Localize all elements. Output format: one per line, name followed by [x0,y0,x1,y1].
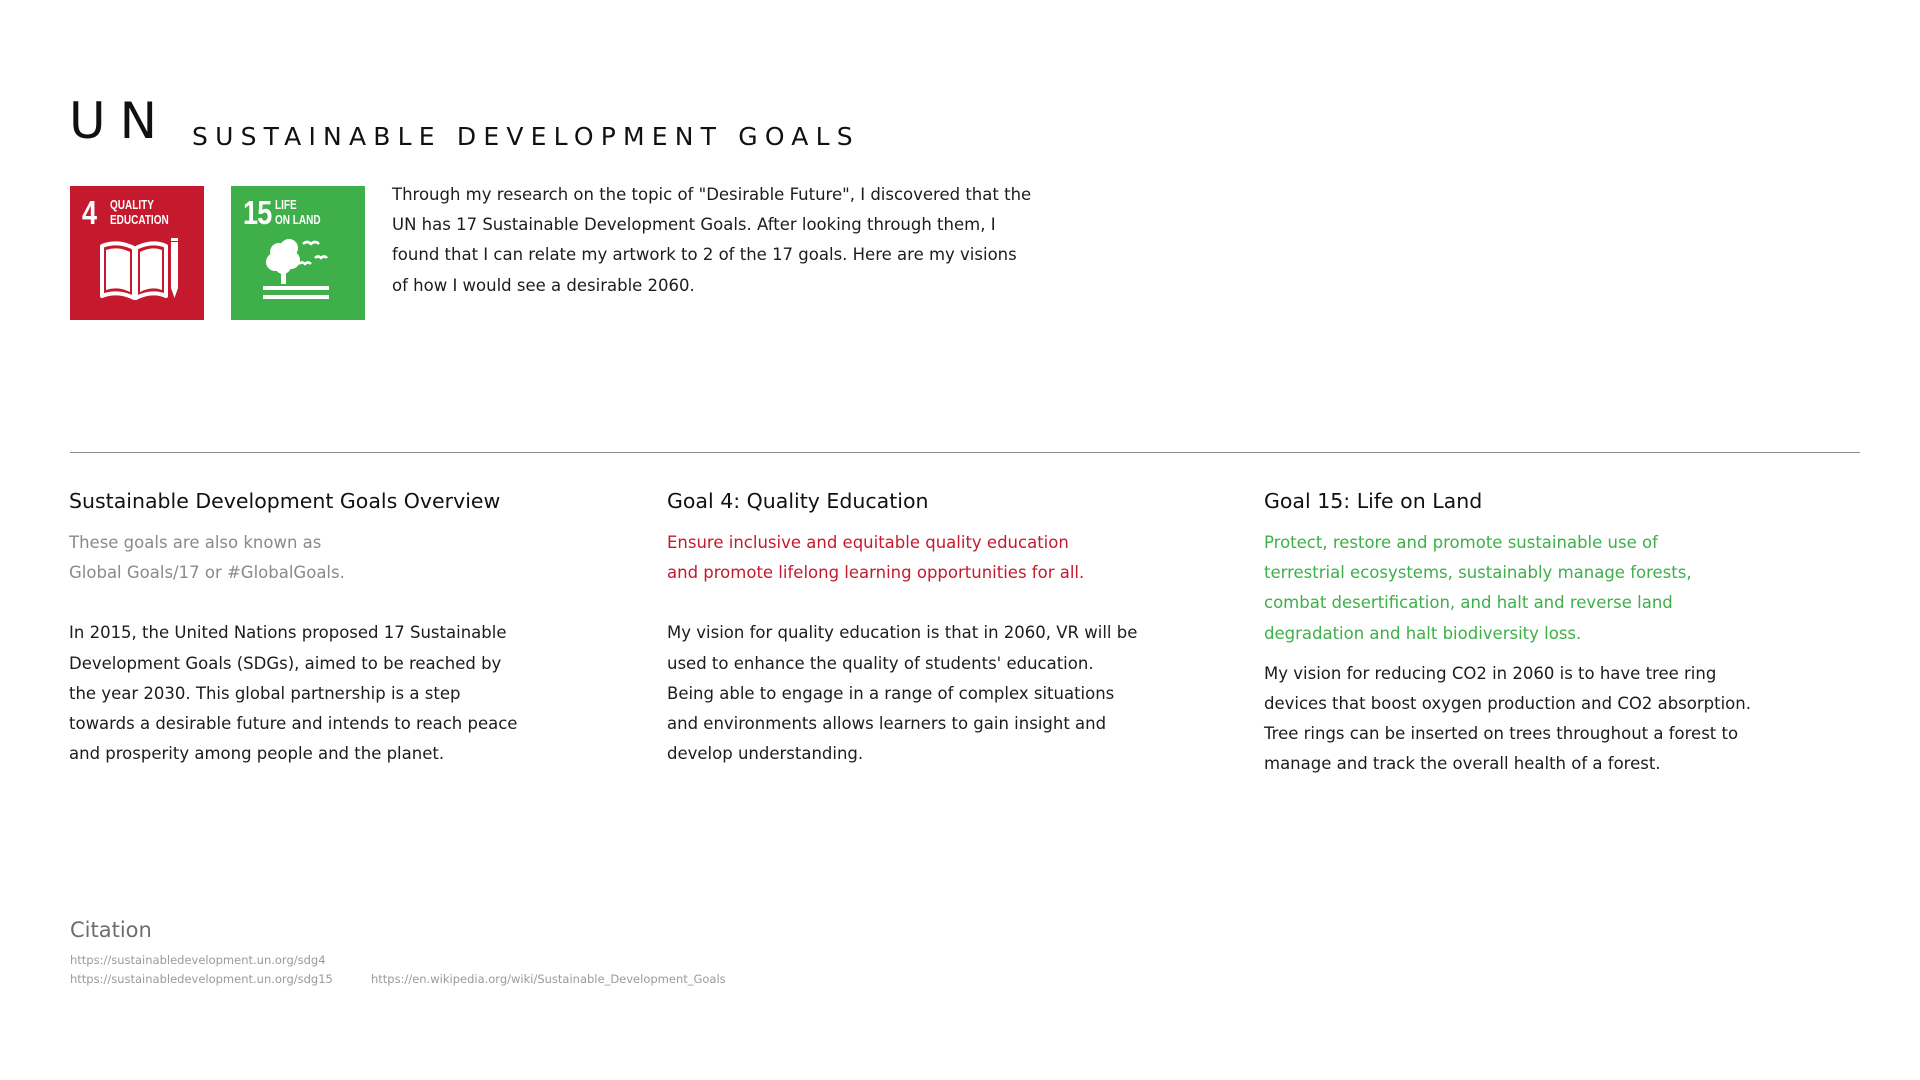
overview-tagline: These goals are also known as Global Goa… [69,533,345,583]
goal4-column: Goal 4: Quality Education Ensure inclusi… [667,486,1147,769]
sdg-tile-life-on-land: 15 LIFE ON LAND [231,186,365,320]
book-pencil-icon [100,238,178,300]
goal15-tagline: Protect, restore and promote sustainable… [1264,533,1692,643]
goal4-tagline: Ensure inclusive and equitable quality e… [667,533,1085,583]
sdg-tile-quality-education: 4 QUALITY EDUCATION [70,186,204,320]
tree-birds-icon [263,239,329,299]
tile-label: LIFE ON LAND [275,198,321,227]
goal15-column: Goal 15: Life on Land Protect, restore a… [1264,486,1804,780]
page-subtitle: SUSTAINABLE DEVELOPMENT GOALS [192,122,860,151]
overview-column: Sustainable Development Goals Overview T… [69,486,589,769]
intro-paragraph: Through my research on the topic of "Des… [392,185,1032,295]
goal4-heading: Goal 4: Quality Education [667,489,929,513]
citation-link-sdg15[interactable]: https://sustainabledevelopment.un.org/sd… [70,972,333,987]
goal15-heading: Goal 15: Life on Land [1264,489,1483,513]
citation-link-wikipedia[interactable]: https://en.wikipedia.org/wiki/Sustainabl… [371,972,726,987]
tile-number: 4 [82,194,97,231]
goal4-body: My vision for quality education is that … [667,623,1138,764]
section-divider [70,452,1860,453]
citation-link-sdg4[interactable]: https://sustainabledevelopment.un.org/sd… [70,953,326,968]
overview-body: In 2015, the United Nations proposed 17 … [69,623,518,764]
tile-number: 15 [243,194,272,231]
goal15-body: My vision for reducing CO2 in 2060 is to… [1264,663,1751,774]
tile-label: QUALITY EDUCATION [110,198,169,227]
citation-heading: Citation [70,918,152,942]
page-title: UN [69,92,171,150]
overview-heading: Sustainable Development Goals Overview [69,489,501,513]
